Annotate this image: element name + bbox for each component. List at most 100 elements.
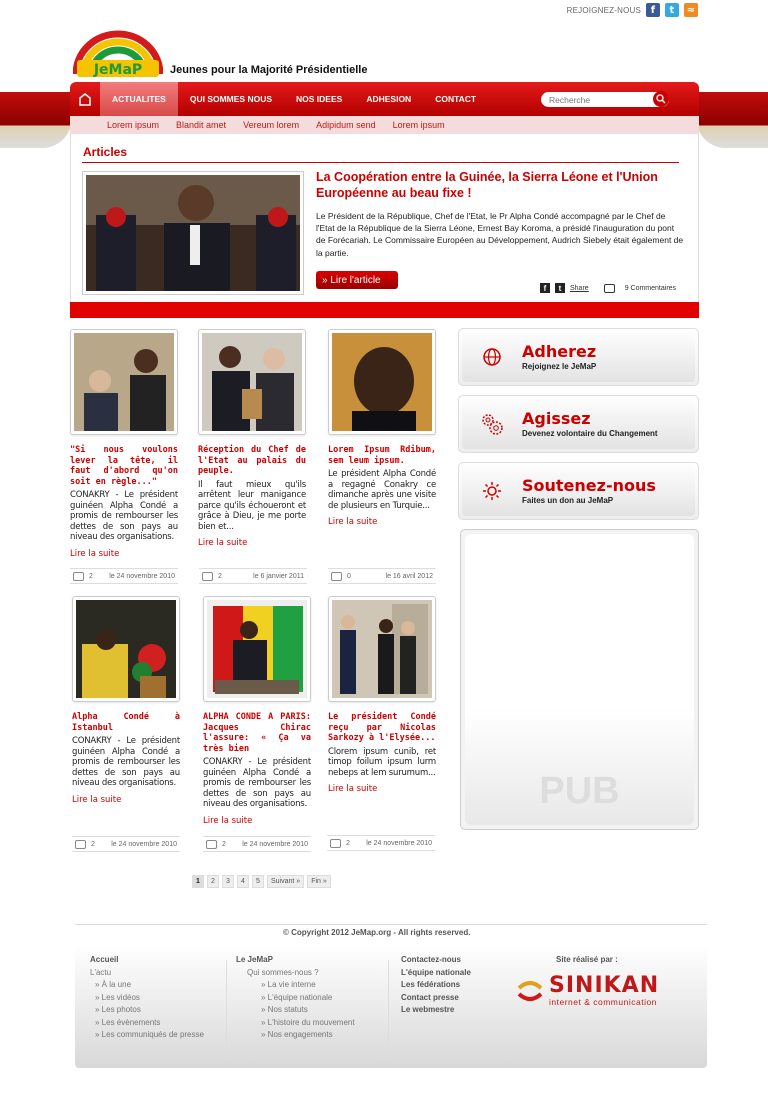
footer-link[interactable]: » L'histoire du mouvement xyxy=(236,1018,355,1027)
sinikan-swirl-icon xyxy=(517,981,543,1001)
footer-link[interactable]: Contact presse xyxy=(401,993,459,1002)
article-card: ALPHA CONDE A PARIS: Jacques Chirac l'as… xyxy=(203,596,311,828)
read-more-link[interactable]: Lire la suite xyxy=(328,517,377,527)
page-2[interactable]: 2 xyxy=(207,875,219,888)
footer-link[interactable]: L'actu xyxy=(90,968,111,977)
footer-link[interactable]: » Les communiqués de presse xyxy=(90,1030,204,1039)
article-meta: 0 le 16 avril 2012 xyxy=(328,568,436,584)
read-more-link[interactable]: Lire la suite xyxy=(328,784,377,794)
featured-title[interactable]: La Coopération entre la Guinée, la Sierr… xyxy=(316,169,686,201)
cta-adherez[interactable]: Adherez Rejoignez le JeMaP xyxy=(458,328,699,386)
read-article-button[interactable]: » Lire l'article xyxy=(316,271,398,289)
facebook-icon[interactable]: f xyxy=(646,3,660,17)
sinikan-brand: SINIKAN xyxy=(549,973,660,998)
pagination: 1 2 3 4 5 Suivant » Fin » xyxy=(192,875,331,888)
cta-title: Agissez xyxy=(522,408,591,428)
cta-subtitle: Rejoignez le JeMaP xyxy=(522,361,597,371)
article-meta: 2 le 24 novembre 2010 xyxy=(72,836,180,852)
nav-actualites[interactable]: ACTUALITES xyxy=(100,82,178,116)
cta-subtitle: Faites un don au JeMaP xyxy=(522,495,614,505)
article-title[interactable]: Alpha Condé à Istanbul xyxy=(72,712,180,733)
footer-link[interactable]: » L'équipe nationale xyxy=(236,993,332,1002)
page-3[interactable]: 3 xyxy=(222,875,234,888)
cta-soutenez[interactable]: Soutenez-nous Faites un don au JeMaP xyxy=(458,462,699,520)
nav-qui-sommes-nous[interactable]: QUI SOMMES NOUS xyxy=(178,82,284,116)
cta-agissez[interactable]: Agissez Devenez volontaire du Changement xyxy=(458,395,699,453)
comment-icon xyxy=(75,839,86,849)
share-link[interactable]: Share xyxy=(570,285,589,292)
article-date: le 24 novembre 2010 xyxy=(111,840,177,848)
search-icon[interactable] xyxy=(653,91,669,107)
page-5[interactable]: 5 xyxy=(252,875,264,888)
twitter-icon[interactable]: t xyxy=(555,283,565,293)
footer-heading: Site réalisé par : xyxy=(556,955,618,964)
comment-count[interactable]: 9 Commentaires xyxy=(625,285,676,292)
main-nav: ACTUALITES QUI SOMMES NOUS NOS IDEES ADH… xyxy=(70,82,699,116)
nav-contact[interactable]: CONTACT xyxy=(423,82,488,116)
facebook-icon[interactable]: f xyxy=(540,283,550,293)
footer-link[interactable]: » Les photos xyxy=(90,1005,141,1014)
footer-link[interactable]: » La vie interne xyxy=(236,980,316,989)
nav-adhesion[interactable]: ADHESION xyxy=(354,82,423,116)
nav-nos-idees[interactable]: NOS IDEES xyxy=(284,82,354,116)
article-title[interactable]: Réception du Chef de l'Etat au palais du… xyxy=(198,445,306,477)
featured-body: Le Président de la République, Chef de l… xyxy=(316,211,684,258)
article-title[interactable]: ALPHA CONDE A PARIS: Jacques Chirac l'as… xyxy=(203,712,311,754)
site-logo[interactable]: JeMaP xyxy=(72,30,164,80)
article-thumbnail[interactable] xyxy=(70,329,178,435)
footer-link[interactable]: » Les vidéos xyxy=(90,993,140,1002)
read-more-link[interactable]: Lire la suite xyxy=(198,538,247,548)
footer-heading[interactable]: Accueil xyxy=(90,955,118,964)
page-4[interactable]: 4 xyxy=(237,875,249,888)
footer-link[interactable]: L'équipe nationale xyxy=(401,968,471,977)
comment-icon xyxy=(206,839,217,849)
footer-separator xyxy=(388,960,389,1060)
subnav-item[interactable]: Adipidum send xyxy=(316,120,376,130)
read-more-link[interactable]: Lire la suite xyxy=(70,549,119,559)
footer-link[interactable]: » Nos statuts xyxy=(236,1005,308,1014)
article-thumbnail[interactable] xyxy=(72,596,180,702)
subnav-item[interactable]: Lorem ipsum xyxy=(393,120,445,130)
read-more-link[interactable]: Lire la suite xyxy=(72,795,121,805)
footer-link[interactable]: Les fédérations xyxy=(401,980,460,989)
band-left-decoration xyxy=(0,92,72,148)
footer-link[interactable]: Le webmestre xyxy=(401,1005,454,1014)
sinikan-logo[interactable]: SINIKAN internet & communication xyxy=(515,975,659,1007)
subnav-item[interactable]: Lorem ipsum xyxy=(107,120,159,130)
article-excerpt: CONAKRY - Le président guinéen Alpha Con… xyxy=(203,757,311,809)
article-title[interactable]: Le président Condé reçu par Nicolas Sark… xyxy=(328,712,436,744)
article-thumbnail[interactable] xyxy=(328,329,436,435)
page-1[interactable]: 1 xyxy=(192,875,204,888)
footer-link[interactable]: » Les évènements xyxy=(90,1018,160,1027)
featured-bottom-bar xyxy=(70,302,699,318)
search-input[interactable] xyxy=(541,92,669,107)
comment-count: 0 xyxy=(347,572,351,580)
twitter-icon[interactable]: t xyxy=(665,3,679,17)
next-page[interactable]: Suivant » xyxy=(267,875,305,888)
footer-link[interactable]: » À la une xyxy=(90,980,131,989)
article-thumbnail[interactable] xyxy=(203,596,311,702)
article-meta: 2 le 24 novembre 2010 xyxy=(327,835,435,851)
footer-heading[interactable]: Le JeMaP xyxy=(236,955,273,964)
article-title[interactable]: Lorem Ipsum Rdibum, sem leum ipsum. xyxy=(328,445,436,466)
join-us-label: REJOIGNEZ-NOUS xyxy=(566,5,641,15)
article-title[interactable]: "Si nous voulons lever la tête, il faut … xyxy=(70,445,178,487)
subnav-item[interactable]: Vereum lorem xyxy=(243,120,299,130)
footer-heading[interactable]: Contactez-nous xyxy=(401,955,461,964)
ad-placeholder[interactable]: PUB xyxy=(460,529,699,830)
read-more-link[interactable]: Lire la suite xyxy=(203,816,252,826)
article-meta: 2 le 6 janvier 2011 xyxy=(199,568,307,584)
article-card: Le président Condé reçu par Nicolas Sark… xyxy=(328,596,436,796)
article-thumbnail[interactable] xyxy=(198,329,306,435)
footer-col-contact: Contactez-nous L'équipe nationale Les fé… xyxy=(401,954,471,1017)
featured-image[interactable] xyxy=(82,171,304,295)
last-page[interactable]: Fin » xyxy=(307,875,331,888)
cta-subtitle: Devenez volontaire du Changement xyxy=(522,428,658,438)
rss-icon[interactable]: ≈ xyxy=(684,3,698,17)
article-thumbnail[interactable] xyxy=(328,596,436,702)
footer-link[interactable]: » Nos engagements xyxy=(236,1030,333,1039)
article-date: le 24 novembre 2010 xyxy=(242,840,308,848)
subnav-item[interactable]: Blandit amet xyxy=(176,120,226,130)
footer-link[interactable]: Qui sommes-nous ? xyxy=(236,968,319,977)
home-icon[interactable] xyxy=(70,82,100,116)
